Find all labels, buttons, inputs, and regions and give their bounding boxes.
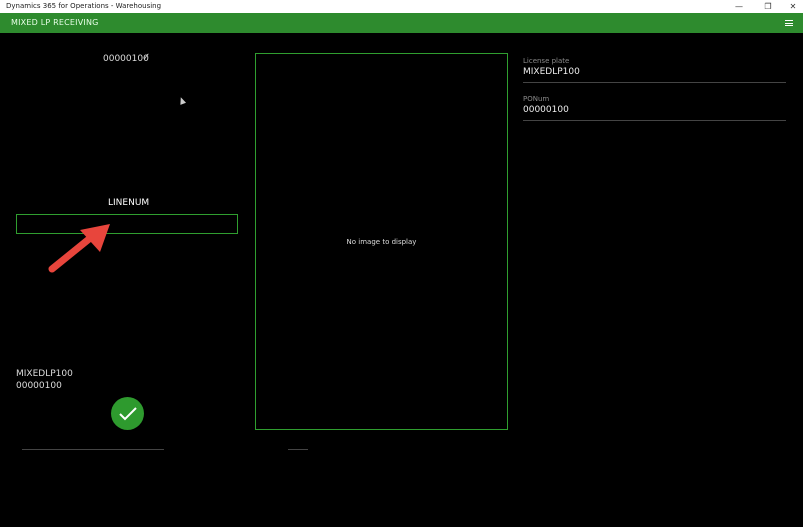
summary-license-plate: MIXEDLP100: [16, 369, 73, 379]
minimize-button[interactable]: —: [729, 0, 749, 13]
divider: [22, 449, 164, 450]
receipt-summary: MIXEDLP100 00000100: [16, 368, 73, 392]
window-titlebar: Dynamics 365 for Operations - Warehousin…: [0, 0, 803, 13]
close-button[interactable]: ✕: [783, 0, 803, 13]
detail-po-number: PONum 00000100: [523, 95, 786, 121]
detail-value: 00000100: [523, 105, 569, 115]
mouse-cursor-icon: [177, 96, 187, 105]
window-title: Dynamics 365 for Operations - Warehousin…: [6, 2, 162, 10]
detail-value: MIXEDLP100: [523, 67, 580, 77]
linenum-label: LINENUM: [108, 198, 150, 208]
detail-license-plate: License plate MIXEDLP100: [523, 57, 786, 83]
checkmark-icon: [118, 406, 137, 420]
app-header: MIXED LP RECEIVING: [0, 13, 803, 33]
divider: [523, 82, 786, 83]
divider: [288, 449, 308, 450]
maximize-button[interactable]: ❐: [758, 0, 778, 13]
confirm-button[interactable]: [111, 397, 144, 430]
detail-label: PONum: [523, 95, 550, 103]
image-panel: No image to display: [255, 53, 508, 430]
no-image-message: No image to display: [346, 238, 417, 246]
divider: [523, 120, 786, 121]
detail-label: License plate: [523, 57, 570, 65]
annotation-arrow-icon: [48, 224, 110, 273]
hamburger-menu-icon[interactable]: [785, 20, 793, 26]
confirmed-check-icon: ✓: [142, 52, 151, 63]
page-title: MIXED LP RECEIVING: [11, 18, 99, 27]
summary-po-number: 00000100: [16, 381, 62, 391]
